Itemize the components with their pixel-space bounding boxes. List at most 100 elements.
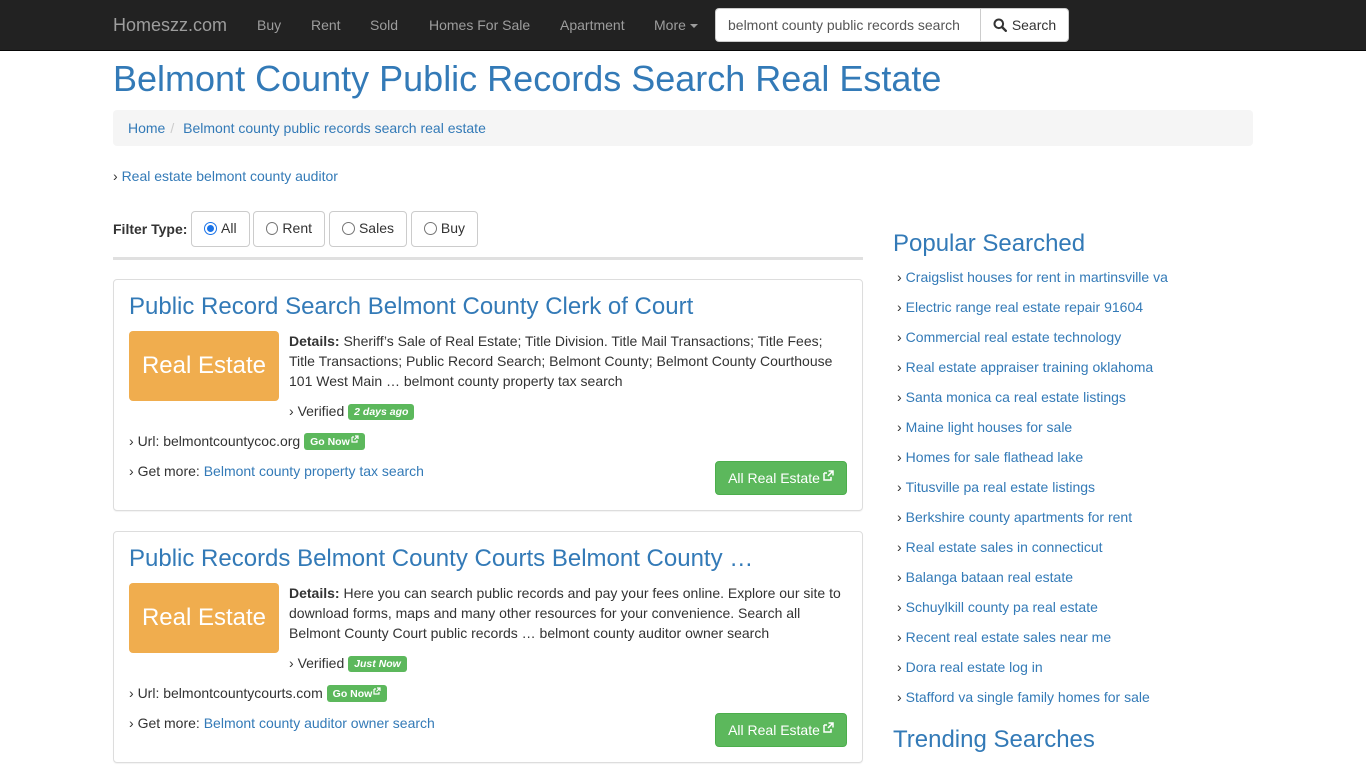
- chevron-right-icon: ›: [129, 685, 134, 701]
- get-more-label: Get more:: [137, 463, 200, 479]
- popular-search-item: › Stafford va single family homes for sal…: [897, 687, 1168, 717]
- popular-search-item: › Recent real estate sales near me: [897, 627, 1168, 657]
- radio-unchecked-icon[interactable]: [342, 221, 355, 235]
- external-link-icon: [823, 470, 834, 481]
- go-now-button[interactable]: Go Now: [304, 433, 365, 450]
- chevron-right-icon: ›: [897, 269, 902, 285]
- search-form: Search: [715, 8, 1069, 42]
- chevron-right-icon: ›: [897, 479, 902, 495]
- popular-search-link[interactable]: Maine light houses for sale: [906, 419, 1073, 435]
- nav-item-buy[interactable]: Buy: [257, 15, 281, 35]
- popular-search-link[interactable]: Electric range real estate repair 91604: [906, 299, 1143, 315]
- related-link-row: › Real estate belmont county auditor: [113, 166, 338, 186]
- result-title-link[interactable]: Public Record Search Belmont County Cler…: [129, 292, 693, 322]
- popular-search-link[interactable]: Santa monica ca real estate listings: [906, 389, 1126, 405]
- top-navbar: Homeszz.com Buy Rent Sold Homes For Sale…: [0, 0, 1366, 51]
- all-real-estate-button[interactable]: All Real Estate: [715, 713, 847, 747]
- popular-search-link[interactable]: Commercial real estate technology: [906, 329, 1122, 345]
- url-row: › Url: belmontcountycoc.org Go Now: [129, 431, 365, 451]
- verified-label: Verified: [297, 403, 345, 419]
- category-badge: Real Estate: [129, 583, 279, 653]
- filter-option-buy[interactable]: Buy: [411, 211, 478, 247]
- url-label: Url:: [137, 433, 160, 449]
- nav-item-homes-for-sale[interactable]: Homes For Sale: [429, 15, 530, 35]
- get-more-link[interactable]: Belmont county auditor owner search: [204, 715, 435, 731]
- radio-unchecked-icon[interactable]: [424, 221, 437, 235]
- breadcrumb-current[interactable]: Belmont county public records search rea…: [183, 120, 486, 136]
- chevron-right-icon: ›: [897, 449, 902, 465]
- all-real-estate-label: All Real Estate: [728, 722, 820, 738]
- popular-searched-title: Popular Searched: [893, 230, 1086, 257]
- filter-option-sales[interactable]: Sales: [329, 211, 407, 247]
- search-button[interactable]: Search: [980, 8, 1069, 42]
- result-details: Details: Here you can search public reco…: [289, 583, 849, 643]
- external-link-icon: [823, 722, 834, 733]
- search-input[interactable]: [715, 8, 980, 42]
- chevron-right-icon: ›: [289, 655, 294, 671]
- radio-checked-icon[interactable]: [204, 221, 217, 235]
- popular-search-item: › Santa monica ca real estate listings: [897, 387, 1168, 417]
- filter-option-label: Sales: [358, 220, 394, 236]
- get-more-link[interactable]: Belmont county property tax search: [204, 463, 424, 479]
- verified-row: › Verified 2 days ago: [289, 401, 415, 421]
- popular-search-item: › Titusville pa real estate listings: [897, 477, 1168, 507]
- popular-search-link[interactable]: Titusville pa real estate listings: [906, 479, 1095, 495]
- get-more-row: › Get more: Belmont county property tax …: [129, 461, 424, 481]
- result-card: Public Record Search Belmont County Cler…: [113, 279, 863, 511]
- chevron-right-icon: ›: [897, 569, 902, 585]
- nav-item-more-dropdown[interactable]: More: [654, 15, 698, 35]
- trending-searches-title: Trending Searches: [893, 726, 1095, 753]
- popular-search-item: › Craigslist houses for rent in martinsvi…: [897, 267, 1168, 297]
- chevron-right-icon: ›: [897, 689, 902, 705]
- popular-search-link[interactable]: Dora real estate log in: [906, 659, 1043, 675]
- url-row: › Url: belmontcountycourts.com Go Now: [129, 683, 388, 703]
- chevron-right-icon: ›: [129, 433, 134, 449]
- go-now-button[interactable]: Go Now: [326, 685, 388, 702]
- filter-option-rent[interactable]: Rent: [253, 211, 325, 247]
- popular-search-item: › Schuylkill county pa real estate: [897, 597, 1168, 627]
- result-card: Public Records Belmont County Courts Bel…: [113, 531, 863, 763]
- get-more-row: › Get more: Belmont county auditor owner…: [129, 713, 435, 733]
- caret-down-icon: [689, 24, 698, 29]
- nav-item-apartment[interactable]: Apartment: [560, 15, 625, 35]
- chevron-right-icon: ›: [897, 329, 902, 345]
- breadcrumb-home[interactable]: Home: [128, 120, 165, 136]
- popular-search-item: › Commercial real estate technology: [897, 327, 1168, 357]
- go-now-label: Go Now: [332, 688, 373, 700]
- popular-search-item: › Balanga bataan real estate: [897, 567, 1168, 597]
- chevron-right-icon: ›: [113, 168, 118, 184]
- brand-logo-link[interactable]: Homeszz.com: [113, 13, 227, 37]
- popular-search-link[interactable]: Berkshire county apartments for rent: [906, 509, 1132, 525]
- popular-search-item: › Berkshire county apartments for rent: [897, 507, 1168, 537]
- popular-search-item: › Dora real estate log in: [897, 657, 1168, 687]
- filter-bar: Filter Type: All Rent Sales Buy: [113, 211, 863, 260]
- popular-search-link[interactable]: Craigslist houses for rent in martinsvil…: [906, 269, 1168, 285]
- popular-search-link[interactable]: Real estate sales in connecticut: [906, 539, 1103, 555]
- search-icon: [993, 18, 1007, 32]
- popular-search-link[interactable]: Recent real estate sales near me: [906, 629, 1111, 645]
- popular-search-link[interactable]: Real estate appraiser training oklahoma: [906, 359, 1153, 375]
- popular-search-link[interactable]: Schuylkill county pa real estate: [906, 599, 1098, 615]
- radio-unchecked-icon[interactable]: [266, 221, 279, 235]
- popular-search-link[interactable]: Stafford va single family homes for sale: [906, 689, 1150, 705]
- result-title-link[interactable]: Public Records Belmont County Courts Bel…: [129, 544, 753, 574]
- related-link[interactable]: Real estate belmont county auditor: [122, 168, 338, 184]
- popular-search-link[interactable]: Homes for sale flathead lake: [906, 449, 1083, 465]
- chevron-right-icon: ›: [897, 419, 902, 435]
- search-button-label: Search: [1011, 17, 1057, 33]
- popular-search-link[interactable]: Balanga bataan real estate: [906, 569, 1073, 585]
- nav-item-sold[interactable]: Sold: [370, 15, 398, 35]
- more-label: More: [654, 17, 686, 33]
- page-title: Belmont County Public Records Search Rea…: [113, 58, 942, 99]
- filter-option-label: Rent: [282, 220, 312, 236]
- chevron-right-icon: ›: [129, 463, 134, 479]
- verified-label: Verified: [297, 655, 345, 671]
- details-label: Details:: [289, 333, 340, 349]
- nav-item-rent[interactable]: Rent: [311, 15, 341, 35]
- popular-search-item: › Real estate appraiser training oklahoma: [897, 357, 1168, 387]
- filter-option-all[interactable]: All: [191, 211, 250, 247]
- chevron-right-icon: ›: [897, 509, 902, 525]
- all-real-estate-button[interactable]: All Real Estate: [715, 461, 847, 495]
- url-label: Url:: [137, 685, 160, 701]
- category-badge: Real Estate: [129, 331, 279, 401]
